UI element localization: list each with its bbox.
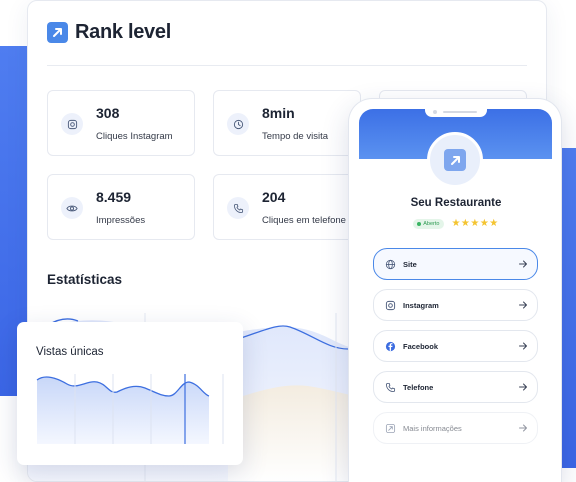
info-icon [384, 422, 397, 435]
stat-card-visit-time[interactable]: 8min Tempo de visita [213, 90, 361, 156]
arrow-right-icon [519, 424, 527, 432]
stat-card-instagram-clicks[interactable]: 308 Cliques Instagram [47, 90, 195, 156]
link-telefone[interactable]: Telefone [373, 371, 538, 403]
stat-label: Impressões [96, 215, 146, 226]
link-more-info[interactable]: Mais informações [373, 412, 538, 444]
arrow-right-icon [519, 301, 527, 309]
link-facebook[interactable]: Facebook [373, 330, 538, 362]
arrow-right-icon [519, 260, 527, 268]
stat-value: 8.459 [96, 189, 132, 205]
speaker [443, 111, 477, 113]
link-label: Site [403, 260, 417, 269]
statistics-title: Estatísticas [47, 272, 123, 287]
chart-area-secondary [228, 385, 368, 481]
link-label: Facebook [403, 342, 439, 351]
link-label: Instagram [403, 301, 439, 310]
status-badge: Aberto [413, 218, 445, 229]
star-rating: ★★★★★ [451, 218, 499, 229]
arrow-up-right-icon [444, 149, 466, 171]
phone-preview: Seu Restaurante Aberto ★★★★★ Site Instag… [348, 98, 562, 482]
clock-icon [227, 113, 249, 135]
brand-logo[interactable]: Rank level [47, 21, 171, 44]
eye-icon [61, 197, 83, 219]
stat-label: Cliques em telefone [262, 215, 346, 226]
unique-views-area [37, 377, 209, 444]
link-label: Telefone [403, 383, 434, 392]
unique-views-card[interactable]: Vistas únicas [17, 322, 243, 465]
instagram-icon [61, 113, 83, 135]
arrow-right-icon [519, 383, 527, 391]
stat-label: Cliques Instagram [96, 131, 173, 142]
phone-notch [425, 108, 487, 117]
camera-dot [433, 110, 437, 114]
unique-views-chart [36, 374, 224, 444]
stat-value: 204 [262, 189, 286, 205]
stat-label: Tempo de visita [262, 131, 329, 142]
stat-card-phone-clicks[interactable]: 204 Cliques em telefone [213, 174, 361, 240]
brand-name: Rank level [75, 21, 171, 43]
stat-value: 308 [96, 105, 120, 121]
status-row: Aberto ★★★★★ [349, 218, 561, 229]
status-dot [417, 221, 422, 226]
link-instagram[interactable]: Instagram [373, 289, 538, 321]
arrow-up-right-icon [47, 22, 68, 43]
restaurant-name: Seu Restaurante [410, 197, 502, 209]
arrow-right-icon [519, 342, 527, 350]
stat-card-impressions[interactable]: 8.459 Impressões [47, 174, 195, 240]
header-divider [47, 65, 527, 66]
status-badge-label: Aberto [423, 220, 440, 227]
instagram-icon [384, 299, 397, 312]
link-site[interactable]: Site [373, 248, 538, 280]
facebook-icon [384, 340, 397, 353]
phone-icon [384, 381, 397, 394]
link-label: Mais informações [403, 424, 462, 433]
phone-icon [227, 197, 249, 219]
avatar[interactable] [427, 132, 483, 188]
stat-value: 8min [262, 105, 295, 121]
globe-icon [384, 258, 397, 271]
